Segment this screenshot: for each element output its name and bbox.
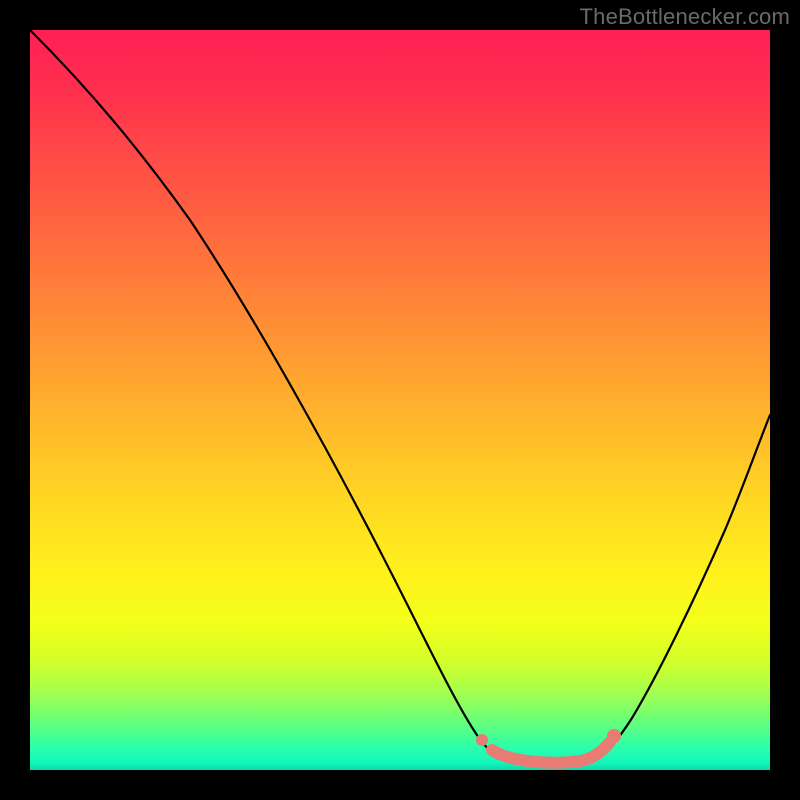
watermark-text: TheBottlenecker.com	[580, 4, 790, 30]
optimal-region-highlight	[492, 742, 610, 763]
plot-area	[30, 30, 770, 770]
highlight-end-dot	[607, 729, 621, 743]
curve-layer	[30, 30, 770, 770]
bottleneck-curve	[30, 30, 770, 764]
highlight-start-dot	[476, 734, 488, 746]
chart-container: TheBottlenecker.com	[0, 0, 800, 800]
